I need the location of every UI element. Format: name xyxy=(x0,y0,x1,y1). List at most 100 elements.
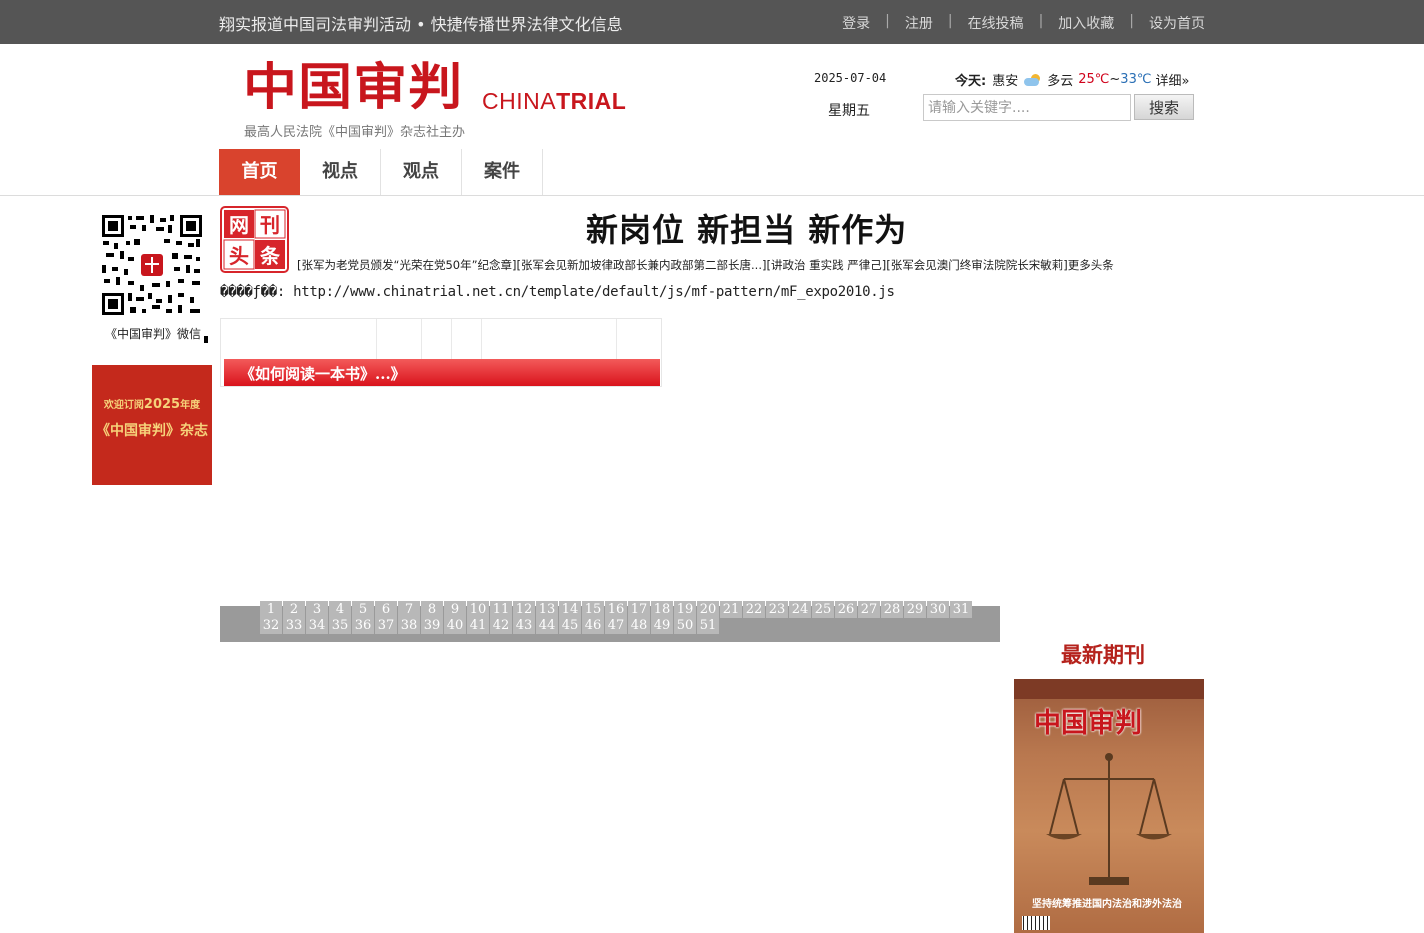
page-number-button[interactable]: 39 xyxy=(421,617,443,634)
page-number-button[interactable]: 40 xyxy=(444,617,466,634)
headline-title[interactable]: 新岗位 新担当 新作为 xyxy=(586,205,907,251)
weather-condition: 多云 xyxy=(1047,74,1074,89)
page-number-button[interactable]: 41 xyxy=(467,617,489,634)
page-number-button[interactable]: 34 xyxy=(306,617,328,634)
headline-stamp-icon: 网 刊 头 条 xyxy=(220,206,289,273)
badge-char-1: 网 xyxy=(229,213,249,237)
subscribe-line-2: 《中国审判》杂志 xyxy=(96,423,208,439)
page-number-button[interactable]: 1 xyxy=(260,601,282,618)
page-number-button[interactable]: 25 xyxy=(812,601,834,618)
weather-today-label: 今天: xyxy=(955,74,987,89)
page-number-button[interactable]: 26 xyxy=(835,601,857,618)
tab-opinion[interactable]: 观点 xyxy=(381,149,462,195)
weather-tilde: ~ xyxy=(1109,72,1121,87)
slide-caption-bar[interactable]: 《如何阅读一本书》...》 xyxy=(224,359,660,386)
page-number-button[interactable]: 43 xyxy=(513,617,535,634)
slide-caption: 《如何阅读一本书》...》 xyxy=(240,365,406,383)
tab-home[interactable]: 首页 xyxy=(219,149,300,195)
nav-divider xyxy=(0,195,1424,196)
add-favorite-link[interactable]: 加入收藏 xyxy=(1058,13,1114,33)
page-number-button[interactable]: 42 xyxy=(490,617,512,634)
page-number-button[interactable]: 6 xyxy=(375,601,397,618)
page-number-button[interactable]: 35 xyxy=(329,617,351,634)
page-number-button[interactable]: 50 xyxy=(674,617,696,634)
weather-city: 惠安 xyxy=(992,74,1019,89)
register-link[interactable]: 注册 xyxy=(905,13,933,33)
page-number-button[interactable]: 49 xyxy=(651,617,673,634)
page-number-button[interactable]: 15 xyxy=(582,601,604,618)
page-number-button[interactable]: 8 xyxy=(421,601,443,618)
page-number-button[interactable]: 18 xyxy=(651,601,673,618)
page-number-button[interactable]: 46 xyxy=(582,617,604,634)
page-number-button[interactable]: 48 xyxy=(628,617,650,634)
page-number-button[interactable]: 16 xyxy=(605,601,627,618)
latest-issue-title: 最新期刊 xyxy=(1061,643,1145,667)
page-number-button[interactable]: 47 xyxy=(605,617,627,634)
weather-high: 25℃ xyxy=(1078,72,1110,87)
page-number-button[interactable]: 22 xyxy=(743,601,765,618)
page-number-button[interactable]: 30 xyxy=(927,601,949,618)
weather-low: 33℃ xyxy=(1120,72,1152,87)
site-slogan: 翔实报道中国司法审判活动 • 快捷传播世界法律文化信息 xyxy=(219,15,623,34)
subscribe-banner[interactable]: 欢迎订阅2025年度 《中国审判》杂志 xyxy=(92,365,212,485)
page-number-button[interactable]: 23 xyxy=(766,601,788,618)
tab-viewpoint[interactable]: 视点 xyxy=(300,149,381,195)
page-number-button[interactable]: 21 xyxy=(720,601,742,618)
current-weekday: 星期五 xyxy=(828,103,870,119)
page-number-button[interactable]: 32 xyxy=(260,617,282,634)
headline-link[interactable]: [张军为老党员颁发“光荣在党50年”纪念章] xyxy=(297,258,517,272)
page-number-button[interactable]: 27 xyxy=(858,601,880,618)
page-number-button[interactable]: 7 xyxy=(398,601,420,618)
badge-char-2: 刊 xyxy=(260,213,280,237)
top-links: 登录 | 注册 | 在线投稿 | 加入收藏 | 设为首页 xyxy=(842,13,1205,33)
page-number-button[interactable]: 12 xyxy=(513,601,535,618)
page-number-button[interactable]: 33 xyxy=(283,617,305,634)
page-number-button[interactable]: 36 xyxy=(352,617,374,634)
photo-slideshow[interactable]: 《如何阅读一本书》...》 xyxy=(220,318,662,387)
page-number-button[interactable]: 2 xyxy=(283,601,305,618)
page-number-button[interactable]: 45 xyxy=(559,617,581,634)
cover-title: 中国审判 xyxy=(1034,708,1142,739)
set-homepage-link[interactable]: 设为首页 xyxy=(1149,13,1205,33)
page-number-button[interactable]: 9 xyxy=(444,601,466,618)
logo-subtitle: 最高人民法院《中国审判》杂志社主办 xyxy=(244,125,466,140)
site-logo-english[interactable]: CHINATRIAL xyxy=(482,88,626,115)
page-number-button[interactable]: 28 xyxy=(881,601,903,618)
justice-scale-icon xyxy=(1046,753,1172,885)
headline-links: [张军为老党员颁发“光荣在党50年”纪念章][张军会见新加坡律政部长兼内政部第二… xyxy=(297,257,1114,273)
partly-cloudy-icon xyxy=(1024,73,1041,86)
weather-detail-link[interactable]: 详细» xyxy=(1155,70,1189,89)
headline-link[interactable]: [张军会见澳门终审法院院长宋敏莉] xyxy=(886,258,1067,272)
login-link[interactable]: 登录 xyxy=(842,13,870,33)
page-number-button[interactable]: 24 xyxy=(789,601,811,618)
current-date: 2025-07-04 xyxy=(814,71,887,85)
search-input[interactable] xyxy=(923,94,1131,121)
main-nav: 首页 视点 观点 案件 xyxy=(219,149,543,195)
subscribe-line-1: 欢迎订阅2025年度 xyxy=(103,397,201,412)
page-number-button[interactable]: 51 xyxy=(697,617,719,634)
search-button[interactable]: 搜索 xyxy=(1134,94,1194,120)
page-number-button[interactable]: 10 xyxy=(467,601,489,618)
page-number-button[interactable]: 13 xyxy=(536,601,558,618)
page-number-button[interactable]: 37 xyxy=(375,617,397,634)
page-number-button[interactable]: 38 xyxy=(398,617,420,634)
page-number-button[interactable]: 4 xyxy=(329,601,351,618)
submit-article-link[interactable]: 在线投稿 xyxy=(968,13,1024,33)
more-headlines-link[interactable]: 更多头条 xyxy=(1068,258,1114,272)
tab-cases[interactable]: 案件 xyxy=(462,149,543,195)
page-number-button[interactable]: 44 xyxy=(536,617,558,634)
page-number-button[interactable]: 14 xyxy=(559,601,581,618)
page-number-button[interactable]: 29 xyxy=(904,601,926,618)
headline-link[interactable]: [张军会见新加坡律政部长兼内政部第二部长唐...] xyxy=(517,258,767,272)
headline-link[interactable]: [讲政治 重实践 严律己] xyxy=(766,258,886,272)
latest-issue-cover[interactable]: 中国审判 坚持统筹推进国内法治和涉外法治 xyxy=(1014,679,1204,933)
page-number-button[interactable]: 31 xyxy=(950,601,972,618)
badge-char-3: 头 xyxy=(229,244,249,268)
page-number-button[interactable]: 17 xyxy=(628,601,650,618)
page-number-button[interactable]: 19 xyxy=(674,601,696,618)
page-number-button[interactable]: 3 xyxy=(306,601,328,618)
page-number-button[interactable]: 5 xyxy=(352,601,374,618)
page-number-button[interactable]: 11 xyxy=(490,601,512,618)
page-number-button[interactable]: 20 xyxy=(697,601,719,618)
site-logo[interactable]: 中国审判 xyxy=(243,58,463,116)
